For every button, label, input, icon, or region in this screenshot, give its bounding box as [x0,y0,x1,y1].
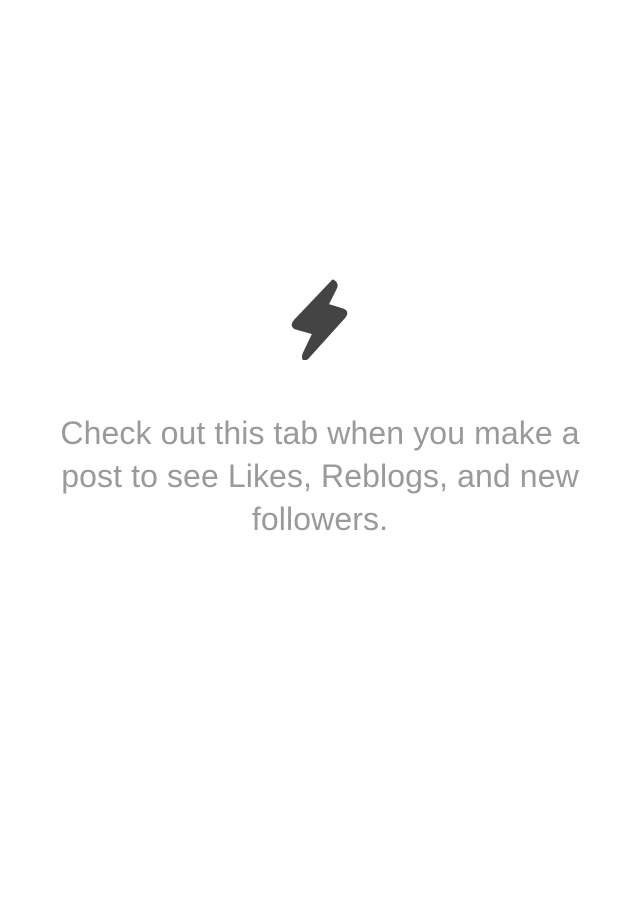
activity-screen: Check out this tab when you make a post … [0,0,640,910]
activity-empty-state: Check out this tab when you make a post … [0,278,640,541]
lightning-bolt-icon [291,279,348,360]
empty-state-message: Check out this tab when you make a post … [60,415,580,537]
